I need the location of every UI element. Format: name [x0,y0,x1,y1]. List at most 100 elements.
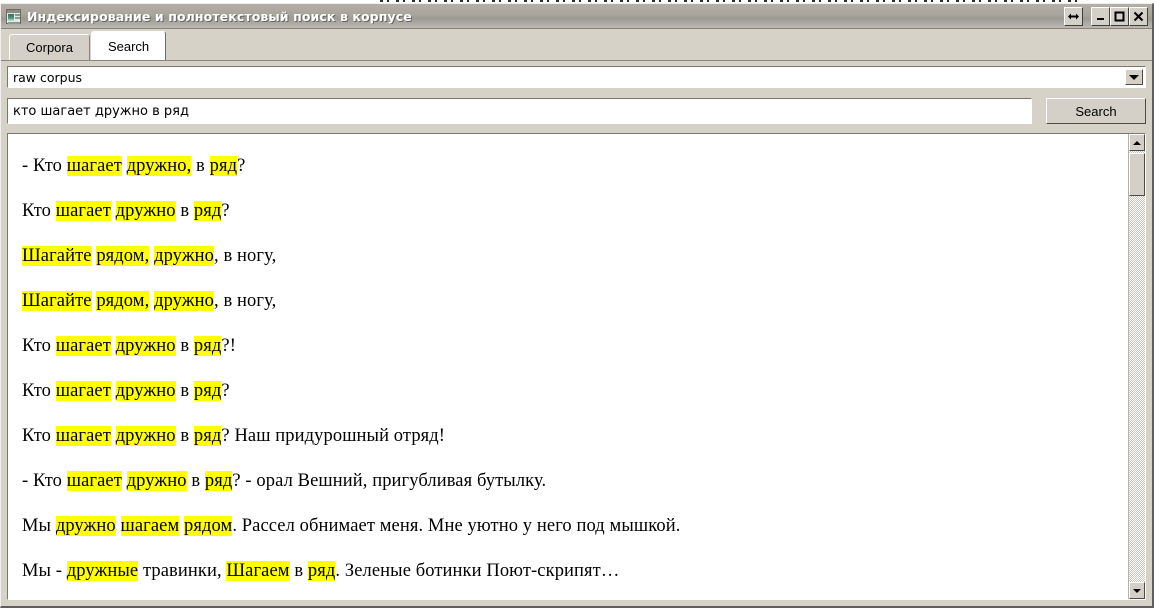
result-text: травинки, [138,561,227,581]
scroll-up-button[interactable] [1129,134,1145,151]
highlighted-term: ряд [193,381,222,401]
highlighted-term: дружно [115,336,176,356]
result-text: ? [237,156,246,176]
highlighted-term: ряд [193,201,222,221]
highlighted-term: дружно [55,516,116,536]
result-line: - Кто шагает дружно, в ряд? [22,144,1120,189]
corpus-select-value: raw corpus [8,67,1125,87]
result-text: Мы [22,516,56,536]
highlighted-term: Шагайте [22,246,92,266]
triangle-down-icon [1133,588,1141,593]
chevron-down-icon[interactable] [1125,69,1143,85]
scrollbar-thumb[interactable] [1129,153,1145,196]
result-line: Шагайте рядом, дружно, в ногу, [22,234,1120,279]
result-text [111,336,116,356]
highlighted-term: Шагаем [226,561,290,581]
highlighted-term: шагает [55,201,111,221]
search-results-pane: - Кто шагает дружно, в ряд? Кто шагает др… [7,133,1146,600]
minimize-button[interactable] [1091,6,1110,26]
result-text: Кто [22,336,56,356]
search-button[interactable]: Search [1046,98,1146,124]
triangle-up-icon [1133,140,1141,145]
result-text: ? - орал Вешний, пригубливая бутылку. [232,471,547,491]
result-text: - Кто [22,156,67,176]
highlighted-term: шагает [55,426,111,446]
tab-search-label: Search [107,38,150,54]
highlighted-term: рядом, [96,291,150,311]
highlighted-term: дружно [115,201,176,221]
highlighted-term: дружно [154,291,215,311]
highlighted-term: дружно [115,381,176,401]
search-row: Search [7,98,1146,124]
highlighted-term: ряд [193,426,222,446]
result-text: в [186,471,205,491]
close-button[interactable] [1129,6,1148,26]
result-text [111,381,116,401]
result-line: Мы - дружные травинки, Шагаем в ряд. Зел… [22,549,1120,594]
background-window-toolbar-ticks [380,0,1080,2]
search-panel: raw corpus Search - Кто шагает дружно, в… [1,60,1152,606]
highlighted-term: шагает [66,156,122,176]
result-text: , в ногу, [214,246,277,266]
tab-search[interactable]: Search [90,31,167,60]
tab-corpora[interactable]: Corpora [9,34,90,60]
search-button-label: Search [1075,103,1117,119]
close-icon [1133,11,1144,21]
result-line: - Кто шагает дружно в ряд? - орал Вешний… [22,459,1120,504]
application-window: Индексирование и полнотекстовый поиск в … [0,3,1154,608]
search-input-wrapper[interactable] [7,98,1032,124]
corpus-select[interactable]: raw corpus [7,66,1146,88]
highlighted-term: дружно [126,471,187,491]
resize-icon-button[interactable] [1064,6,1083,26]
highlighted-term: дружно [154,246,215,266]
scrollbar-track[interactable] [1129,151,1145,582]
highlighted-term: ряд [204,471,233,491]
result-line: Кто шагает дружно в ряд? [22,189,1120,234]
resize-horizontal-icon [1068,13,1079,19]
results-vertical-scrollbar[interactable] [1128,134,1145,599]
window-app-icon [6,8,21,24]
result-text: Кто [22,381,56,401]
maximize-button[interactable] [1110,6,1129,26]
result-text: . Зеленые ботинки Поют-скрипят… [335,561,620,581]
scroll-down-button[interactable] [1129,582,1145,599]
result-line: Кто шагает дружно в ряд? [22,369,1120,414]
highlighted-term: рядом [184,516,233,536]
highlighted-term: шагает [66,471,122,491]
search-results-list: - Кто шагает дружно, в ряд? Кто шагает др… [8,134,1128,599]
result-text: ? [221,381,230,401]
highlighted-term: дружно, [126,156,192,176]
result-text: . Рассел обнимает меня. Мне уютно у него… [232,516,681,536]
tab-corpora-label: Corpora [26,40,73,55]
result-text: - Кто [22,471,67,491]
result-text [111,426,116,446]
result-line: Кто шагает дружно в ряд?! [22,324,1120,369]
highlighted-term: шагает [55,336,111,356]
result-text: ? Наш придурошный отряд! [221,426,446,446]
result-line: Шагайте рядом, дружно, в ногу, [22,279,1120,324]
minimize-icon [1097,17,1104,20]
result-text [122,156,127,176]
title-bar[interactable]: Индексирование и полнотекстовый поиск в … [1,4,1152,29]
result-text: , в ногу, [214,291,277,311]
highlighted-term: ряд [209,156,238,176]
result-text: Кто [22,201,56,221]
result-text: в [175,426,194,446]
highlighted-term: рядом, [96,246,150,266]
result-text: ?! [221,336,236,356]
window-controls [1064,6,1150,26]
highlighted-term: шагает [55,381,111,401]
result-text: Кто [22,426,56,446]
result-text [116,516,121,536]
highlighted-term: дружно [115,426,176,446]
result-text [122,471,127,491]
tab-strip: Corpora Search [1,29,1152,60]
result-text: в [191,156,210,176]
highlighted-term: Шагайте [22,291,92,311]
highlighted-term: ряд [193,336,222,356]
result-text [111,201,116,221]
highlighted-term: шагаем [120,516,180,536]
highlighted-term: дружные [66,561,139,581]
search-input[interactable] [8,103,1031,119]
result-text: в [175,201,194,221]
